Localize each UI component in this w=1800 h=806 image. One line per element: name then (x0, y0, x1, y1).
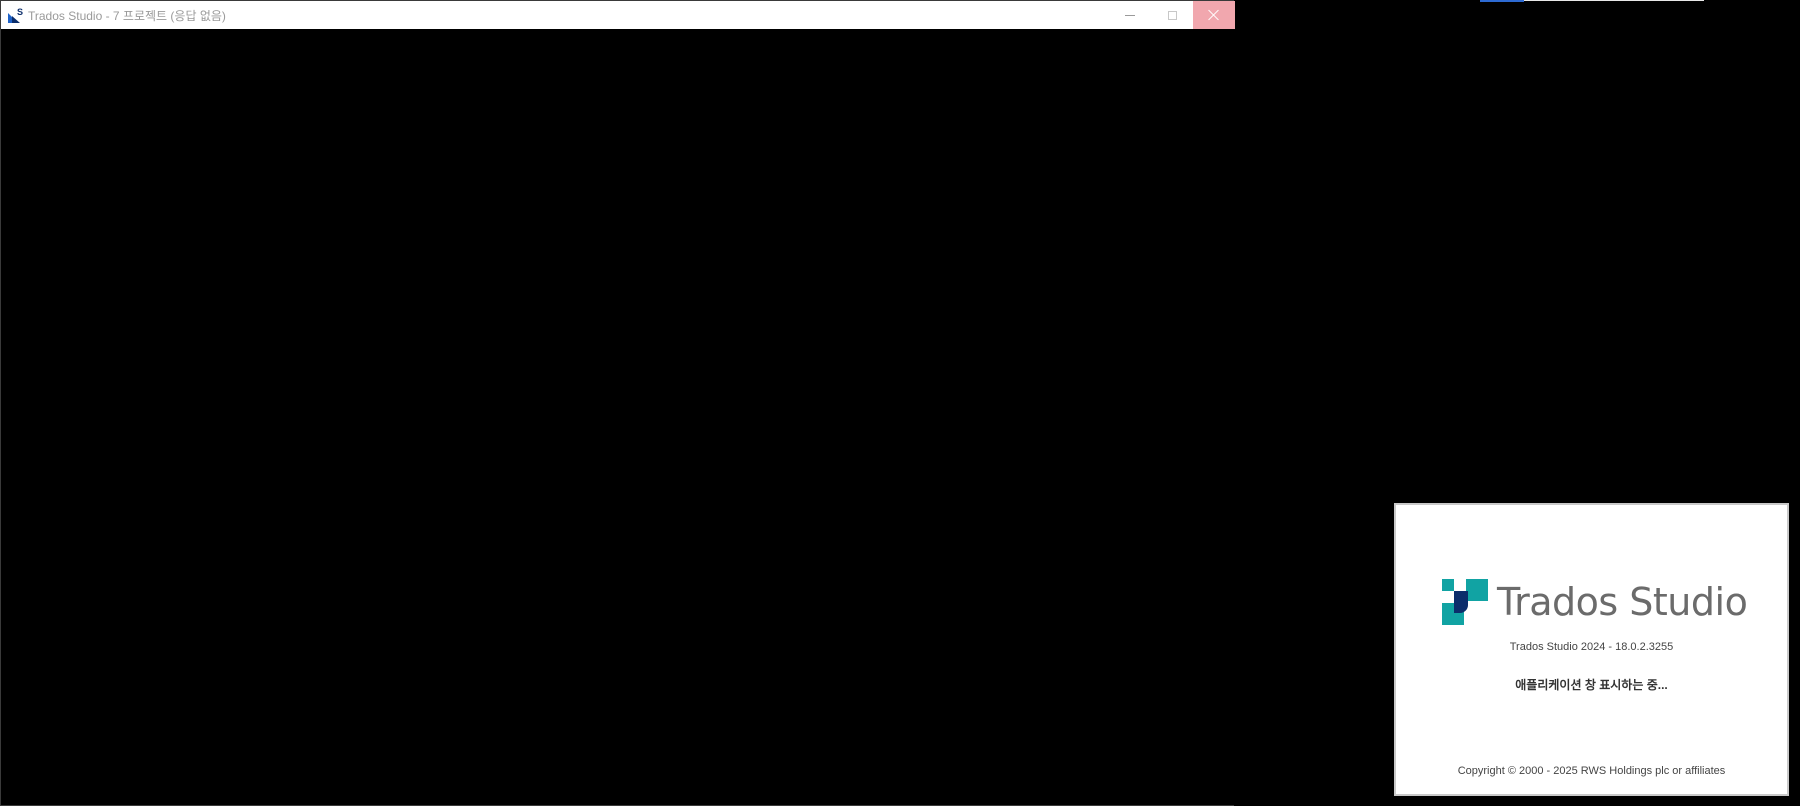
window-title: Trados Studio - 7 프로젝트 (응답 없음) (28, 9, 226, 23)
close-icon (1208, 9, 1220, 21)
taskbar-highlight (1480, 0, 1524, 2)
loading-status-text: 애플리케이션 창 표시하는 중... (1515, 678, 1668, 692)
version-text: Trados Studio 2024 - 18.0.2.3255 (1509, 641, 1674, 653)
splash-logo: Trados Studio (1442, 579, 1748, 625)
svg-text:S: S (17, 7, 23, 17)
splash-screen: Trados Studio Trados Studio 2024 - 18.0.… (1394, 503, 1789, 796)
maximize-icon (1167, 10, 1177, 20)
window-content-area (1, 29, 1234, 805)
copyright-text: Copyright © 2000 - 2025 RWS Holdings plc… (1457, 765, 1726, 777)
screen-edge-strip (1524, 0, 1704, 1)
minimize-button[interactable] (1109, 1, 1151, 29)
close-button[interactable] (1193, 1, 1235, 29)
trados-logo-icon (1442, 579, 1488, 625)
logo-wordmark: Trados Studio (1497, 580, 1748, 624)
main-window: S Trados Studio - 7 프로젝트 (응답 없음) (0, 0, 1235, 806)
desktop: S Trados Studio - 7 프로젝트 (응답 없음) Trados (0, 0, 1800, 806)
trados-studio-app-icon[interactable]: S (8, 7, 24, 23)
maximize-button[interactable] (1151, 1, 1193, 29)
minimize-icon (1125, 14, 1135, 16)
title-bar[interactable]: S Trados Studio - 7 프로젝트 (응답 없음) (1, 1, 1235, 29)
